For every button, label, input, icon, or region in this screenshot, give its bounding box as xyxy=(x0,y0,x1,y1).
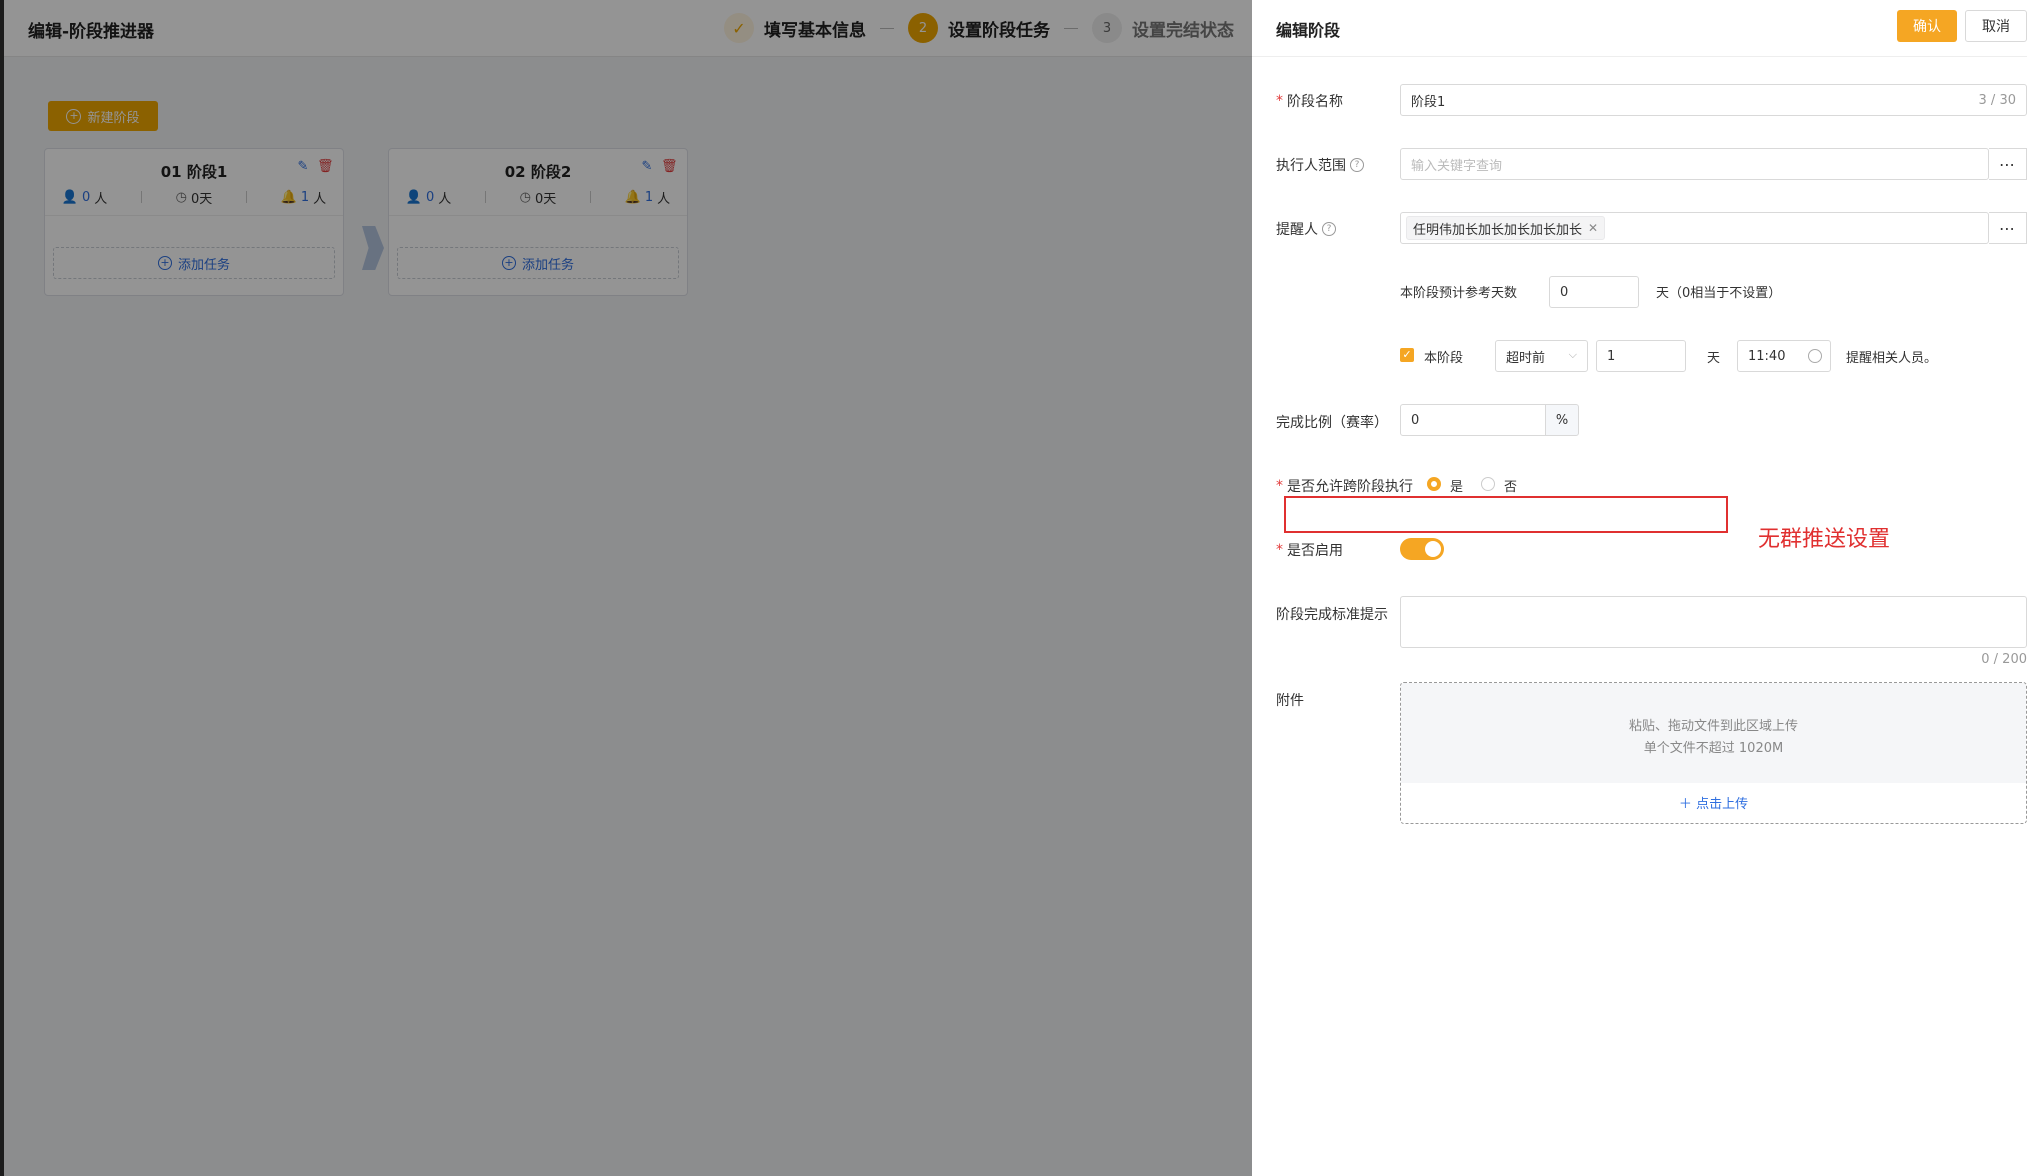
completion-ratio-value: 0 xyxy=(1411,412,1420,428)
enabled-toggle[interactable] xyxy=(1400,538,1444,560)
stage-name-label-text: 阶段名称 xyxy=(1287,94,1343,110)
enabled-label: * 是否启用 xyxy=(1276,540,1343,560)
radio-yes-label: 是 xyxy=(1450,480,1464,495)
executor-scope-placeholder: 输入关键字查询 xyxy=(1411,158,1503,174)
plus-icon: ＋ xyxy=(1678,797,1697,812)
timeout-mode-value: 超时前 xyxy=(1506,350,1546,366)
cross-stage-label: * 是否允许跨阶段执行 xyxy=(1276,476,1413,496)
radio-no[interactable] xyxy=(1481,477,1495,491)
enabled-label-text: 是否启用 xyxy=(1287,543,1343,559)
executor-scope-label-text: 执行人范围 xyxy=(1276,158,1346,174)
annotation-box xyxy=(1284,496,1728,533)
criteria-hint-label-text: 阶段完成标准提示 xyxy=(1276,607,1388,623)
modal-overlay[interactable] xyxy=(4,0,1252,1176)
toggle-knob xyxy=(1425,541,1441,557)
close-icon[interactable]: ✕ xyxy=(1588,221,1598,235)
drawer-header: 编辑阶段 确认 取消 xyxy=(1252,0,2027,57)
stage-timeout-checkbox[interactable]: ✓ xyxy=(1400,348,1414,362)
required-mark: * xyxy=(1276,542,1283,558)
help-icon[interactable]: ? xyxy=(1322,222,1336,236)
more-icon[interactable]: ⋯ xyxy=(1989,212,2027,244)
timeout-time-value: 11:40 xyxy=(1748,348,1786,364)
drawer-title: 编辑阶段 xyxy=(1276,21,1341,40)
ref-days-suffix: 天（0相当于不设置） xyxy=(1656,286,1782,301)
annotation-text: 无群推送设置 xyxy=(1758,527,1891,552)
timeout-check-label: 本阶段 xyxy=(1424,351,1464,366)
stage-name-value: 阶段1 xyxy=(1411,94,1446,110)
timeout-suffix: 提醒相关人员。 xyxy=(1846,351,1938,366)
upload-button[interactable]: ＋ 点击上传 xyxy=(1401,793,2026,812)
clock-icon xyxy=(1808,349,1822,363)
ref-days-label: 本阶段预计参考天数 xyxy=(1400,286,1518,301)
timeout-amount-value: 1 xyxy=(1607,348,1616,364)
char-counter: 3 / 30 xyxy=(1978,93,2016,108)
chevron-down-icon: ⌵ xyxy=(1568,348,1577,361)
required-mark: * xyxy=(1276,478,1283,494)
completion-ratio-input[interactable]: 0 xyxy=(1400,404,1546,436)
size-limit-hint: 单个文件不超过 1020M xyxy=(1643,741,1784,756)
executor-scope-input[interactable]: 输入关键字查询 xyxy=(1400,148,1989,180)
reminder-select[interactable]: 任明伟加长加长加长加长加长 ✕ xyxy=(1400,212,1989,244)
reminder-label-text: 提醒人 xyxy=(1276,222,1318,238)
reminder-tag-text: 任明伟加长加长加长加长加长 xyxy=(1413,222,1583,238)
drop-hint: 粘贴、拖动文件到此区域上传 xyxy=(1628,719,1798,734)
more-icon[interactable]: ⋯ xyxy=(1989,148,2027,180)
cancel-button[interactable]: 取消 xyxy=(1965,10,2027,42)
timeout-mode-select[interactable]: 超时前 ⌵ xyxy=(1495,340,1588,372)
criteria-hint-textarea[interactable] xyxy=(1400,596,2027,648)
timeout-unit: 天 xyxy=(1707,351,1721,366)
attachment-label-text: 附件 xyxy=(1276,693,1304,709)
upload-area[interactable]: 粘贴、拖动文件到此区域上传 单个文件不超过 1020M ＋ 点击上传 xyxy=(1400,682,2027,824)
stage-name-input[interactable]: 阶段1 3 / 30 xyxy=(1400,84,2027,116)
radio-yes[interactable] xyxy=(1427,477,1441,491)
upload-label: 点击上传 xyxy=(1696,797,1749,812)
timeout-amount-input[interactable]: 1 xyxy=(1596,340,1686,372)
stage-name-label: * 阶段名称 xyxy=(1276,91,1343,111)
reminder-label: 提醒人 ? xyxy=(1276,219,1336,239)
cross-stage-label-text: 是否允许跨阶段执行 xyxy=(1287,479,1413,495)
reminder-tag: 任明伟加长加长加长加长加长 ✕ xyxy=(1406,216,1606,240)
completion-ratio-label-text: 完成比例（赛率） xyxy=(1276,415,1388,431)
attachment-label: 附件 xyxy=(1276,690,1304,710)
ref-days-input[interactable]: 0 xyxy=(1549,276,1639,308)
executor-scope-label: 执行人范围 ? xyxy=(1276,155,1364,175)
edit-stage-drawer: 编辑阶段 确认 取消 * 阶段名称 阶段1 3 / 30 执行人范围 ? 输入关… xyxy=(1252,0,2027,1176)
char-counter: 0 / 200 xyxy=(1981,652,2027,667)
radio-no-label: 否 xyxy=(1504,480,1518,495)
ref-days-value: 0 xyxy=(1560,284,1569,300)
completion-ratio-label: 完成比例（赛率） xyxy=(1276,412,1388,432)
drop-zone[interactable]: 粘贴、拖动文件到此区域上传 单个文件不超过 1020M xyxy=(1401,683,2026,783)
timeout-time-picker[interactable]: 11:40 xyxy=(1737,340,1831,372)
required-mark: * xyxy=(1276,93,1283,109)
confirm-button[interactable]: 确认 xyxy=(1897,10,1957,42)
criteria-hint-label: 阶段完成标准提示 xyxy=(1276,604,1388,624)
percent-suffix: % xyxy=(1545,404,1579,436)
help-icon[interactable]: ? xyxy=(1350,158,1364,172)
